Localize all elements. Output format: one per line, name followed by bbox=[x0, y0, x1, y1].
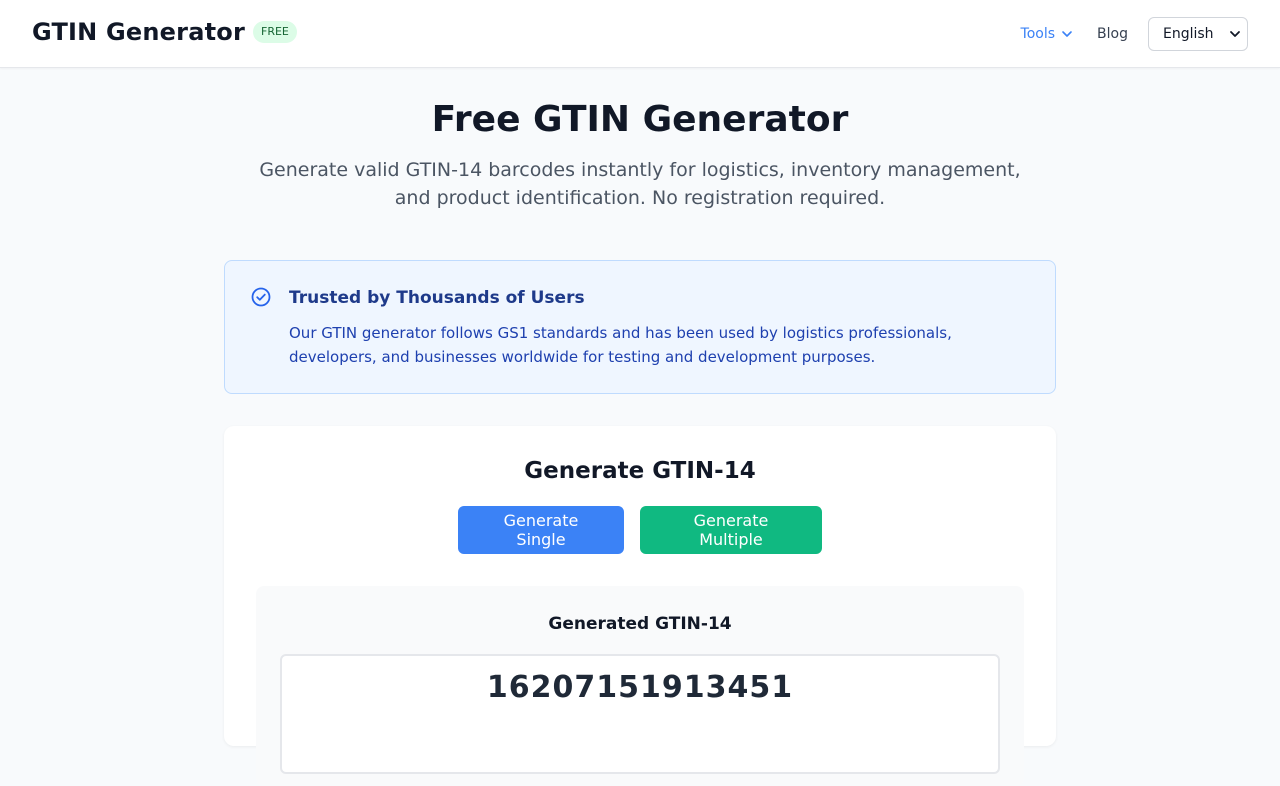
free-badge: FREE bbox=[253, 21, 297, 43]
generate-single-button[interactable]: Generate Single bbox=[458, 506, 624, 554]
brand[interactable]: GTIN Generator FREE bbox=[32, 18, 297, 46]
trust-text: Our GTIN generator follows GS1 standards… bbox=[289, 324, 952, 366]
language-selected: English bbox=[1163, 26, 1214, 42]
nav-tools-dropdown[interactable]: Tools bbox=[1021, 26, 1074, 42]
check-circle-icon bbox=[251, 287, 271, 307]
page-subtitle: Generate valid GTIN-14 barcodes instantl… bbox=[259, 159, 1021, 209]
generator-actions: Generate Single Generate Multiple bbox=[224, 506, 1056, 554]
generate-multiple-button[interactable]: Generate Multiple bbox=[640, 506, 822, 554]
chevron-down-icon bbox=[1230, 31, 1240, 37]
generator-title: Generate GTIN-14 bbox=[524, 458, 756, 484]
language-select[interactable]: English bbox=[1148, 17, 1248, 51]
page-title: Free GTIN Generator bbox=[431, 99, 849, 140]
result-panel: Generated GTIN-14 16207151913451 bbox=[256, 586, 1024, 786]
site-header: GTIN Generator FREE Tools Blog English bbox=[0, 0, 1280, 68]
brand-name[interactable]: GTIN Generator bbox=[32, 18, 245, 46]
result-box[interactable]: 16207151913451 bbox=[280, 654, 1000, 774]
generated-gtin-value[interactable]: 16207151913451 bbox=[282, 670, 998, 705]
trust-notice: Trusted by Thousands of Users Our GTIN g… bbox=[224, 260, 1056, 394]
trust-title: Trusted by Thousands of Users bbox=[289, 288, 585, 308]
main-nav: Tools Blog English bbox=[1021, 16, 1248, 52]
result-label: Generated GTIN-14 bbox=[548, 614, 732, 634]
chevron-down-icon bbox=[1062, 31, 1072, 37]
generator-card: Generate GTIN-14 Generate Single Generat… bbox=[224, 426, 1056, 786]
nav-tools-label: Tools bbox=[1020, 26, 1056, 42]
nav-blog-link[interactable]: Blog bbox=[1097, 26, 1128, 42]
